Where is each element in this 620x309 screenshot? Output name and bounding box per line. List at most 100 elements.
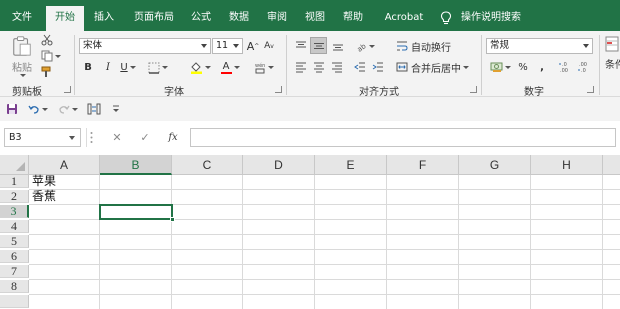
column-header-d[interactable]: D xyxy=(243,155,315,175)
row-header-8[interactable]: 8 xyxy=(0,280,29,293)
row-header-2[interactable]: 2 xyxy=(0,190,29,203)
column-header-i[interactable] xyxy=(603,155,620,175)
column-header-e[interactable]: E xyxy=(315,155,387,175)
font-color-button[interactable]: A xyxy=(217,60,243,75)
ribbon-separator xyxy=(74,35,75,95)
row-header-3[interactable]: 3 xyxy=(0,205,29,218)
tab-insert[interactable]: 插入 xyxy=(86,7,122,31)
row-header-1[interactable]: 1 xyxy=(0,175,29,188)
tab-view[interactable]: 视图 xyxy=(298,7,332,31)
outdent-icon xyxy=(354,62,365,72)
increase-decimal-button[interactable]: .0.00 xyxy=(557,59,573,75)
italic-button[interactable]: I xyxy=(101,60,115,75)
font-launcher-icon[interactable] xyxy=(275,86,282,93)
copy-button[interactable] xyxy=(40,49,62,63)
save-button[interactable] xyxy=(4,100,20,118)
phonetic-button[interactable]: wén xyxy=(252,60,276,75)
comma-style-button[interactable]: , xyxy=(536,59,548,75)
lightbulb-icon[interactable] xyxy=(440,11,452,25)
name-box[interactable]: B3 xyxy=(4,128,81,147)
merge-center-button[interactable]: 合并后居中 xyxy=(395,59,471,75)
grow-font-button[interactable]: A ^ xyxy=(246,38,260,54)
number-format-select[interactable]: 常规 xyxy=(486,38,593,54)
fill-color-button[interactable] xyxy=(187,60,213,75)
svg-text:.0: .0 xyxy=(581,68,586,73)
styles-partial-label: 条件 xyxy=(605,59,620,71)
customize-qat-button[interactable] xyxy=(110,100,122,118)
orientation-button[interactable]: ab xyxy=(353,38,377,54)
accounting-format-button[interactable] xyxy=(487,59,513,75)
align-top-button[interactable] xyxy=(293,38,309,54)
align-center-button[interactable] xyxy=(311,59,327,75)
fill-handle[interactable] xyxy=(170,217,175,222)
decrease-decimal-button[interactable]: .00.0 xyxy=(576,59,592,75)
cut-button[interactable] xyxy=(40,33,54,47)
tab-data[interactable]: 数据 xyxy=(222,7,256,31)
align-bottom-button[interactable] xyxy=(330,38,346,54)
wrap-text-button[interactable]: 自动换行 xyxy=(395,38,453,54)
undo-button[interactable] xyxy=(25,100,51,118)
paintbrush-icon xyxy=(41,66,51,77)
underline-button[interactable]: U xyxy=(117,60,139,75)
row-header-5[interactable]: 5 xyxy=(0,235,29,248)
tell-me-search[interactable]: 操作说明搜索 xyxy=(458,7,524,31)
gridline xyxy=(29,294,620,295)
insert-function-button[interactable]: fx xyxy=(165,130,181,145)
font-size-select[interactable]: 11 xyxy=(212,38,243,54)
tab-page-layout[interactable]: 页面布局 xyxy=(126,7,182,31)
column-header-g[interactable]: G xyxy=(459,155,531,175)
conditional-formatting-label[interactable]: 条件 xyxy=(604,55,620,71)
column-header-h[interactable]: H xyxy=(531,155,603,175)
column-header-c[interactable]: C xyxy=(172,155,243,175)
conditional-formatting-button[interactable] xyxy=(604,35,620,53)
increase-indent-button[interactable] xyxy=(370,59,386,75)
cancel-icon: ✕ xyxy=(112,131,122,144)
active-cell-b3[interactable] xyxy=(99,204,173,220)
chevron-down-icon xyxy=(20,74,26,77)
column-header-b[interactable]: B xyxy=(100,155,172,175)
tab-review[interactable]: 审阅 xyxy=(260,7,294,31)
form-button[interactable] xyxy=(86,100,102,118)
row-header-6[interactable]: 6 xyxy=(0,250,29,263)
tab-acrobat[interactable]: Acrobat xyxy=(378,7,430,31)
align-middle-button[interactable] xyxy=(310,37,327,54)
tab-file[interactable]: 文件 xyxy=(4,7,40,31)
bold-button[interactable]: B xyxy=(81,60,95,75)
borders-button[interactable] xyxy=(145,60,171,75)
formula-input[interactable] xyxy=(190,128,616,147)
drag-handle-icon[interactable] xyxy=(90,131,93,144)
row-header-4[interactable]: 4 xyxy=(0,220,29,233)
paste-button[interactable]: 粘贴 xyxy=(6,34,38,78)
column-header-a[interactable]: A xyxy=(29,155,100,175)
tab-home[interactable]: 开始 xyxy=(46,6,84,31)
tab-formulas[interactable]: 公式 xyxy=(184,7,218,31)
select-all-button[interactable] xyxy=(0,155,29,175)
gridline xyxy=(29,189,620,190)
worksheet-grid[interactable]: A B C D E F G H 1 2 3 4 5 6 7 8 苹果 香蕉 xyxy=(0,155,620,309)
shrink-font-button[interactable]: Av xyxy=(262,38,276,54)
cancel-entry-button[interactable]: ✕ xyxy=(110,130,124,145)
align-right-button[interactable] xyxy=(329,59,345,75)
redo-button[interactable] xyxy=(55,100,81,118)
align-left-button[interactable] xyxy=(293,59,309,75)
column-header-f[interactable]: F xyxy=(387,155,459,175)
number-launcher-icon[interactable] xyxy=(587,86,594,93)
undo-icon xyxy=(28,105,39,114)
chevron-down-icon xyxy=(268,66,274,69)
paste-label: 粘贴 xyxy=(12,63,32,74)
underline-label: U xyxy=(120,62,128,73)
row-header-7[interactable]: 7 xyxy=(0,265,29,278)
row-header-9[interactable] xyxy=(0,295,29,308)
enter-entry-button[interactable]: ✓ xyxy=(138,130,152,145)
format-painter-button[interactable] xyxy=(40,65,54,79)
clipboard-launcher-icon[interactable] xyxy=(64,86,71,93)
cell-a1[interactable]: 苹果 xyxy=(29,175,99,188)
alignment-launcher-icon[interactable] xyxy=(470,86,477,93)
font-name-select[interactable]: 宋体 xyxy=(79,38,211,54)
currency-icon xyxy=(490,62,502,72)
tab-help[interactable]: 帮助 xyxy=(336,7,370,31)
percent-style-button[interactable]: % xyxy=(516,59,530,75)
decrease-indent-button[interactable] xyxy=(352,59,368,75)
cell-a2[interactable]: 香蕉 xyxy=(29,190,99,203)
borders-icon xyxy=(148,62,160,74)
